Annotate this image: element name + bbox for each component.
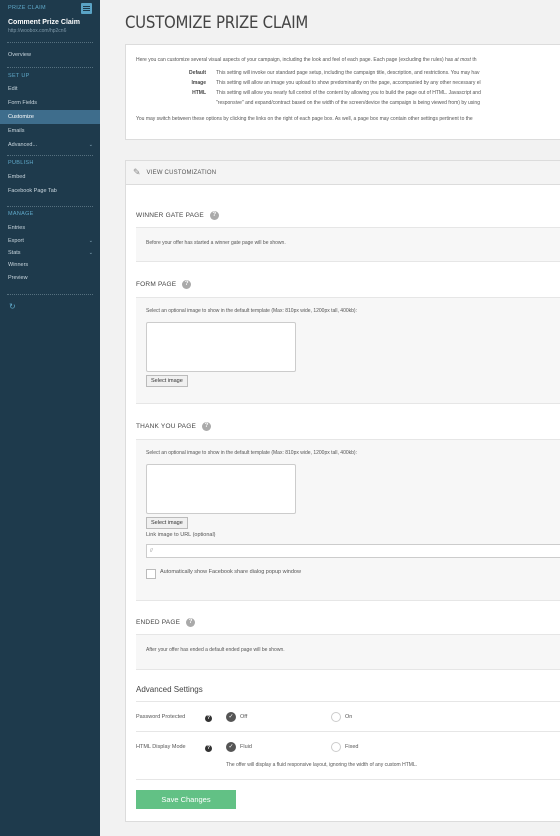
sidebar-item-export[interactable]: Export ⌄ xyxy=(0,235,100,247)
panel-header-label: VIEW CUSTOMIZATION xyxy=(146,169,217,176)
section-publish: PUBLISH xyxy=(8,160,34,166)
intro-text: Here you can customize several visual as… xyxy=(136,57,477,63)
image-preview xyxy=(146,464,296,514)
sidebar-item-embed[interactable]: Embed xyxy=(0,170,100,184)
chevron-down-icon: ⌄ xyxy=(88,238,93,244)
main-content: CUSTOMIZE PRIZE CLAIM Here you can custo… xyxy=(100,0,560,836)
password-on-label: On xyxy=(345,714,353,720)
advanced-settings-title: Advanced Settings xyxy=(136,685,203,694)
ended-page-body: After your offer has ended a default end… xyxy=(136,634,560,670)
sidebar-item-winners[interactable]: Winners xyxy=(0,259,100,271)
sidebar-item-preview[interactable]: Preview xyxy=(0,271,100,285)
password-off-radio[interactable]: ✓ xyxy=(226,712,236,722)
intro-box: Here you can customize several visual as… xyxy=(125,44,560,140)
sidebar-item-label: Advanced... xyxy=(8,142,38,148)
sidebar-item-facebook-page-tab[interactable]: Facebook Page Tab xyxy=(0,184,100,198)
sidebar-item-overview[interactable]: Overview xyxy=(0,48,100,62)
help-icon[interactable]: ? xyxy=(209,211,219,220)
campaign-type: PRIZE CLAIM xyxy=(8,5,46,11)
sidebar-item-label: Export xyxy=(8,238,24,244)
option-image: Image This setting will allow an image yo… xyxy=(191,80,481,86)
save-changes-button[interactable]: Save Changes xyxy=(136,790,236,809)
help-icon[interactable]: ? xyxy=(205,745,212,752)
menu-icon[interactable] xyxy=(81,3,92,14)
display-fluid-label: Fluid xyxy=(240,744,252,750)
option-html-cont: "responsive" and expand/contract based o… xyxy=(216,100,480,106)
campaign-header: PRIZE CLAIM Comment Prize Claim http://w… xyxy=(0,0,100,35)
refresh-icon[interactable]: ↻ xyxy=(0,302,100,312)
sidebar: PRIZE CLAIM Comment Prize Claim http://w… xyxy=(0,0,100,836)
password-off-label: Off xyxy=(240,714,248,720)
password-protected-label: Password Protected xyxy=(136,714,186,720)
ended-page-title: ENDED PAGE? xyxy=(136,618,196,627)
thank-you-text: Select an optional image to show in the … xyxy=(146,450,357,456)
html-display-mode-label: HTML Display Mode xyxy=(136,744,186,750)
help-icon[interactable]: ? xyxy=(202,422,211,431)
winner-gate-title: WINNER GATE PAGE? xyxy=(136,211,219,220)
select-image-button[interactable]: Select image xyxy=(146,517,188,529)
section-setup: SET UP xyxy=(8,73,30,79)
form-page-body: Select an optional image to show in the … xyxy=(136,297,560,404)
sidebar-item-customize[interactable]: Customize xyxy=(0,110,100,124)
divider xyxy=(136,701,560,702)
pencil-icon: ✎ xyxy=(133,167,141,177)
option-html: HTML This setting will allow you nearly f… xyxy=(192,90,481,96)
thank-you-body: Select an optional image to show in the … xyxy=(136,439,560,601)
sidebar-item-advanced[interactable]: Advanced... ⌄ xyxy=(0,138,100,152)
sidebar-item-entries[interactable]: Entries xyxy=(0,221,100,235)
page-title: CUSTOMIZE PRIZE CLAIM xyxy=(125,13,308,33)
display-mode-note: The offer will display a fluid responsiv… xyxy=(226,762,418,768)
divider xyxy=(136,779,560,780)
form-page-title: FORM PAGE? xyxy=(136,280,192,289)
panel-header: ✎ VIEW CUSTOMIZATION xyxy=(126,161,560,185)
divider xyxy=(136,731,560,732)
image-preview xyxy=(146,322,296,372)
sidebar-item-edit[interactable]: Edit xyxy=(0,82,100,96)
display-fluid-radio[interactable]: ✓ xyxy=(226,742,236,752)
ended-page-text: After your offer has ended a default end… xyxy=(146,647,285,653)
help-icon[interactable]: ? xyxy=(186,618,196,627)
thank-you-title: THANK YOU PAGE? xyxy=(136,422,211,431)
chevron-down-icon: ⌄ xyxy=(88,142,93,148)
link-url-input[interactable]: // xyxy=(146,544,560,558)
chevron-down-icon: ⌄ xyxy=(88,250,93,256)
section-manage: MANAGE xyxy=(8,211,34,217)
help-icon[interactable]: ? xyxy=(182,280,192,289)
display-fixed-label: Fixed xyxy=(345,744,359,750)
winner-gate-body: Before your offer has started a winner g… xyxy=(136,227,560,262)
customization-panel: ✎ VIEW CUSTOMIZATION WINNER GATE PAGE? B… xyxy=(125,160,560,822)
password-on-radio[interactable] xyxy=(331,712,341,722)
winner-gate-text: Before your offer has started a winner g… xyxy=(146,240,286,246)
share-dialog-label: Automatically show Facebook share dialog… xyxy=(160,569,301,575)
campaign-url[interactable]: http://woobox.com/hp2cn6 xyxy=(8,27,92,35)
share-dialog-checkbox[interactable] xyxy=(146,569,156,579)
sidebar-item-label: Stats xyxy=(8,250,21,256)
campaign-name: Comment Prize Claim xyxy=(8,19,80,26)
option-default: Default This setting will invoke our stan… xyxy=(189,70,480,76)
display-fixed-radio[interactable] xyxy=(331,742,341,752)
help-icon[interactable]: ? xyxy=(205,715,212,722)
sidebar-item-emails[interactable]: Emails xyxy=(0,124,100,138)
intro-footer: You may switch between these options by … xyxy=(136,116,473,122)
sidebar-item-stats[interactable]: Stats ⌄ xyxy=(0,247,100,259)
link-url-label: Link image to URL (optional) xyxy=(146,532,216,538)
form-page-text: Select an optional image to show in the … xyxy=(146,308,357,314)
sidebar-item-form-fields[interactable]: Form Fields xyxy=(0,96,100,110)
select-image-button[interactable]: Select image xyxy=(146,375,188,387)
